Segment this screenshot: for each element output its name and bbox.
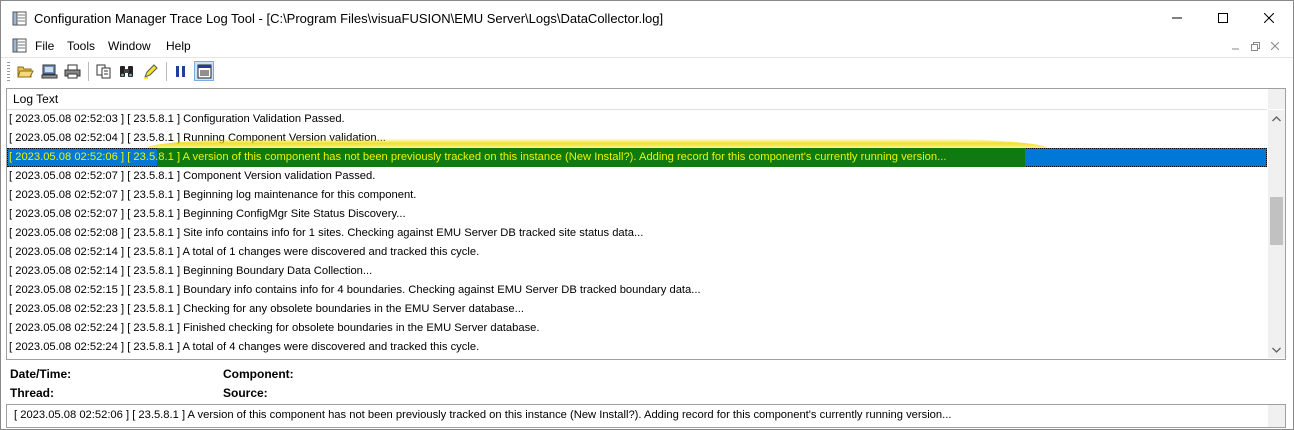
highlight-button[interactable] [140, 61, 160, 81]
log-row-text: [ 2023.05.08 02:52:08 ] [ 23.5.8.1 ] Sit… [9, 227, 644, 239]
mdi-minimize-button[interactable] [1228, 39, 1244, 53]
log-row-text: [ 2023.05.08 02:52:07 ] [ 23.5.8.1 ] Beg… [9, 208, 406, 220]
log-row[interactable]: [ 2023.05.08 02:52:14 ] [ 23.5.8.1 ] Beg… [7, 262, 1267, 281]
copy-icon [96, 64, 110, 78]
thread-label: Thread: [10, 386, 55, 400]
chevron-down-icon [1272, 347, 1281, 353]
show-details-button[interactable] [194, 61, 214, 81]
log-row[interactable]: [ 2023.05.08 02:52:14 ] [ 23.5.8.1 ] A t… [7, 243, 1267, 262]
printer-icon [64, 64, 80, 78]
scroll-down-arrow[interactable] [1268, 341, 1285, 358]
minimize-button[interactable] [1154, 1, 1200, 35]
toolbar-grip[interactable] [7, 62, 10, 82]
log-row-text: [ 2023.05.08 02:52:15 ] [ 23.5.8.1 ] Bou… [9, 284, 701, 296]
pause-button[interactable] [171, 61, 191, 81]
binoculars-icon [119, 65, 133, 77]
scrollbar-thumb[interactable] [1270, 197, 1283, 245]
mdi-close-button[interactable] [1267, 39, 1283, 53]
pause-icon [175, 65, 185, 77]
mdi-document-icon[interactable] [12, 38, 27, 53]
log-row[interactable]: [ 2023.05.08 02:52:07 ] [ 23.5.8.1 ] Beg… [7, 186, 1267, 205]
log-row-text: [ 2023.05.08 02:52:24 ] [ 23.5.8.1 ] A t… [9, 341, 480, 353]
log-list[interactable]: Log Text [ 2023.05.08 02:52:03 ] [ 23.5.… [6, 88, 1286, 360]
column-header-label: Log Text [13, 92, 59, 106]
log-row-text: [ 2023.05.08 02:52:24 ] [ 23.5.8.1 ] Fin… [9, 322, 540, 334]
highlighter-icon [143, 63, 158, 79]
open-on-server-button[interactable] [39, 61, 59, 81]
menu-bar [1, 35, 1293, 56]
chevron-up-icon [1272, 115, 1281, 121]
log-row[interactable]: [ 2023.05.08 02:52:23 ] [ 23.5.8.1 ] Che… [7, 300, 1267, 319]
open-button[interactable] [15, 61, 35, 81]
log-row-text: [ 2023.05.08 02:52:03 ] [ 23.5.8.1 ] Con… [9, 113, 345, 125]
vertical-scrollbar[interactable] [1268, 110, 1285, 358]
window-title: Configuration Manager Trace Log Tool - [… [34, 11, 664, 26]
menu-help[interactable]: Help [166, 39, 191, 53]
component-label: Component: [223, 367, 294, 381]
toolbar-separator [166, 62, 167, 81]
log-row[interactable]: [ 2023.05.08 02:52:24 ] [ 23.5.8.1 ] A t… [7, 338, 1267, 357]
log-row[interactable]: [ 2023.05.08 02:52:08 ] [ 23.5.8.1 ] Sit… [7, 224, 1267, 243]
app-window: Configuration Manager Trace Log Tool - [… [0, 0, 1294, 430]
header-filler [1268, 89, 1285, 109]
menu-tools[interactable]: Tools [67, 39, 95, 53]
menu-file[interactable]: File [35, 39, 54, 53]
menu-window[interactable]: Window [108, 39, 151, 53]
minimize-icon [1232, 48, 1239, 50]
restore-icon [1250, 41, 1260, 51]
close-button[interactable] [1246, 1, 1292, 35]
details-pane-icon [197, 64, 211, 78]
app-log-icon [12, 11, 27, 26]
log-row[interactable]: [ 2023.05.08 02:52:03 ] [ 23.5.8.1 ] Con… [7, 110, 1267, 129]
log-row-text: [ 2023.05.08 02:52:07 ] [ 23.5.8.1 ] Beg… [9, 189, 417, 201]
computer-icon [41, 64, 57, 78]
message-scrollbar[interactable] [1268, 405, 1285, 427]
log-row[interactable]: [ 2023.05.08 02:52:07 ] [ 23.5.8.1 ] Com… [7, 167, 1267, 186]
find-button[interactable] [116, 61, 136, 81]
close-icon [1264, 13, 1274, 23]
datetime-label: Date/Time: [10, 367, 72, 381]
message-text: [ 2023.05.08 02:52:06 ] [ 23.5.8.1 ] A v… [14, 409, 952, 421]
copy-button[interactable] [93, 61, 113, 81]
minimize-icon [1172, 17, 1182, 19]
log-rows: [ 2023.05.08 02:52:03 ] [ 23.5.8.1 ] Con… [7, 110, 1267, 358]
scroll-up-arrow[interactable] [1268, 110, 1285, 127]
message-text-box[interactable]: [ 2023.05.08 02:52:06 ] [ 23.5.8.1 ] A v… [6, 404, 1286, 428]
close-icon [1271, 42, 1279, 50]
log-row-text: [ 2023.05.08 02:52:07 ] [ 23.5.8.1 ] Com… [9, 170, 376, 182]
source-label: Source: [223, 386, 268, 400]
log-row-text: [ 2023.05.08 02:52:14 ] [ 23.5.8.1 ] A t… [9, 246, 480, 258]
log-row-text: [ 2023.05.08 02:52:23 ] [ 23.5.8.1 ] Che… [9, 303, 524, 315]
open-folder-icon [16, 66, 34, 77]
log-row-text: [ 2023.05.08 02:52:06 ] [ 23.5.8.1 ] A v… [9, 151, 947, 163]
toolbar-separator [88, 62, 89, 81]
log-row[interactable]: [ 2023.05.08 02:52:15 ] [ 23.5.8.1 ] Bou… [7, 281, 1267, 300]
log-row[interactable]: [ 2023.05.08 02:52:07 ] [ 23.5.8.1 ] Beg… [7, 205, 1267, 224]
log-row-text: [ 2023.05.08 02:52:14 ] [ 23.5.8.1 ] Beg… [9, 265, 373, 277]
log-row-selected[interactable]: [ 2023.05.08 02:52:06 ] [ 23.5.8.1 ] A v… [7, 132, 1267, 167]
print-button[interactable] [62, 61, 82, 81]
maximize-button[interactable] [1200, 1, 1246, 35]
column-header-log-text[interactable]: Log Text [7, 89, 1267, 110]
maximize-icon [1218, 13, 1228, 23]
mdi-restore-button[interactable] [1247, 39, 1263, 53]
log-row[interactable]: [ 2023.05.08 02:52:24 ] [ 23.5.8.1 ] Fin… [7, 319, 1267, 338]
